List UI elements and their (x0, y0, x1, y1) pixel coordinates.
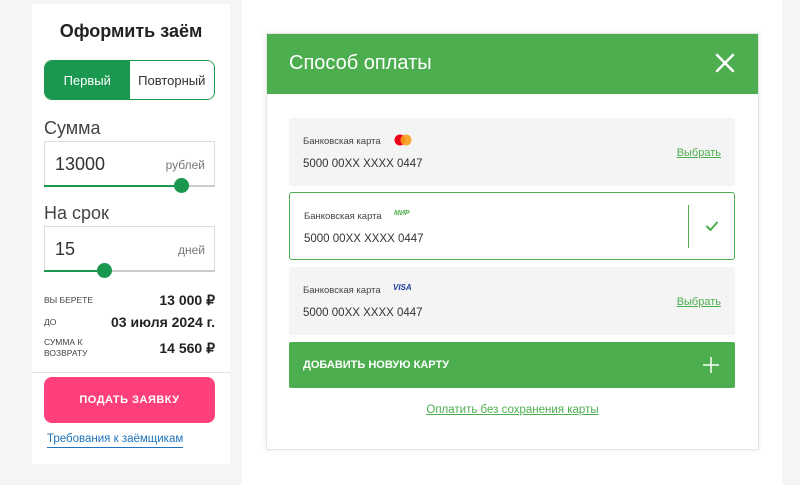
requirements-link[interactable]: Требования к заёмщикам (47, 433, 184, 448)
add-new-card-label: ДОБАВИТЬ НОВУЮ КАРТУ (303, 359, 450, 371)
card-option-mir[interactable]: Банковская карта МИР 5000 00XX XXXX 0447 (289, 192, 735, 260)
summary-value: 14 560 ₽ (159, 339, 215, 356)
card-number: 5000 00XX XXXX 0447 (303, 158, 423, 170)
card-name: Банковская карта (304, 211, 382, 222)
card-name: Банковская карта (303, 285, 381, 296)
apply-button[interactable]: ПОДАТЬ ЗАЯВКУ (44, 377, 215, 423)
term-unit: дней (177, 243, 205, 257)
close-icon[interactable] (714, 52, 736, 74)
amount-value[interactable]: 13000 (55, 154, 105, 175)
summary-key: Вы берете (44, 295, 94, 305)
loan-type-toggle: Первый Повторный (44, 60, 215, 100)
card-number: 5000 00XX XXXX 0447 (303, 307, 423, 319)
add-new-card-button[interactable]: ДОБАВИТЬ НОВУЮ КАРТУ (289, 342, 735, 388)
modal-title: Способ оплаты (289, 52, 432, 74)
check-icon (706, 221, 718, 231)
loan-form-panel: Оформить заём Первый Повторный Сумма 130… (32, 4, 230, 464)
amount-field[interactable]: 13000 рублей (44, 141, 215, 185)
card-option-visa[interactable]: Банковская карта VISA 5000 00XX XXXX 044… (289, 267, 735, 335)
loan-type-first-button[interactable]: Первый (45, 61, 130, 99)
pay-without-saving-link-wrap: Оплатить без сохранения карты (267, 404, 758, 416)
modal-header: Способ оплаты (267, 34, 758, 94)
pay-without-saving-link[interactable]: Оплатить без сохранения карты (426, 404, 598, 416)
form-title: Оформить заём (59, 21, 203, 41)
mir-icon: МИР (394, 210, 410, 217)
term-value[interactable]: 15 (55, 239, 75, 260)
amount-slider[interactable] (44, 178, 215, 193)
mastercard-icon (394, 134, 412, 146)
summary-key: Сумма к возврату (44, 337, 88, 358)
summary-value: 13 000 ₽ (159, 292, 215, 308)
plus-icon (703, 357, 719, 373)
card-option-mastercard[interactable]: Банковская карта 5000 00XX XXXX 0447 Выб… (289, 118, 735, 186)
summary-row-until: До 03 июля 2024 г. (44, 314, 215, 330)
term-slider[interactable] (44, 263, 215, 278)
payment-method-modal: Способ оплаты Банковская карта 5000 00XX… (266, 33, 759, 450)
divider (688, 205, 689, 248)
card-number: 5000 00XX XXXX 0447 (304, 233, 424, 245)
amount-slider-handle[interactable] (173, 178, 189, 193)
term-label: На срок (44, 203, 109, 223)
amount-unit: рублей (165, 158, 205, 172)
select-card-link[interactable]: Выбрать (677, 296, 721, 308)
divider (32, 372, 230, 373)
term-slider-fill (44, 270, 104, 272)
summary-row-take: Вы берете 13 000 ₽ (44, 292, 215, 309)
visa-icon: VISA (393, 283, 412, 292)
summary-value: 03 июля 2024 г. (111, 314, 215, 330)
term-slider-handle[interactable] (96, 263, 112, 278)
select-card-link[interactable]: Выбрать (677, 147, 721, 159)
summary-row-return: Сумма к возврату 14 560 ₽ (44, 337, 215, 359)
term-field[interactable]: 15 дней (44, 226, 215, 270)
card-name: Банковская карта (303, 136, 381, 147)
amount-label: Сумма (44, 118, 101, 138)
loan-type-repeat-button[interactable]: Повторный (129, 61, 214, 99)
summary-key: До (44, 316, 57, 327)
amount-slider-fill (44, 185, 181, 187)
